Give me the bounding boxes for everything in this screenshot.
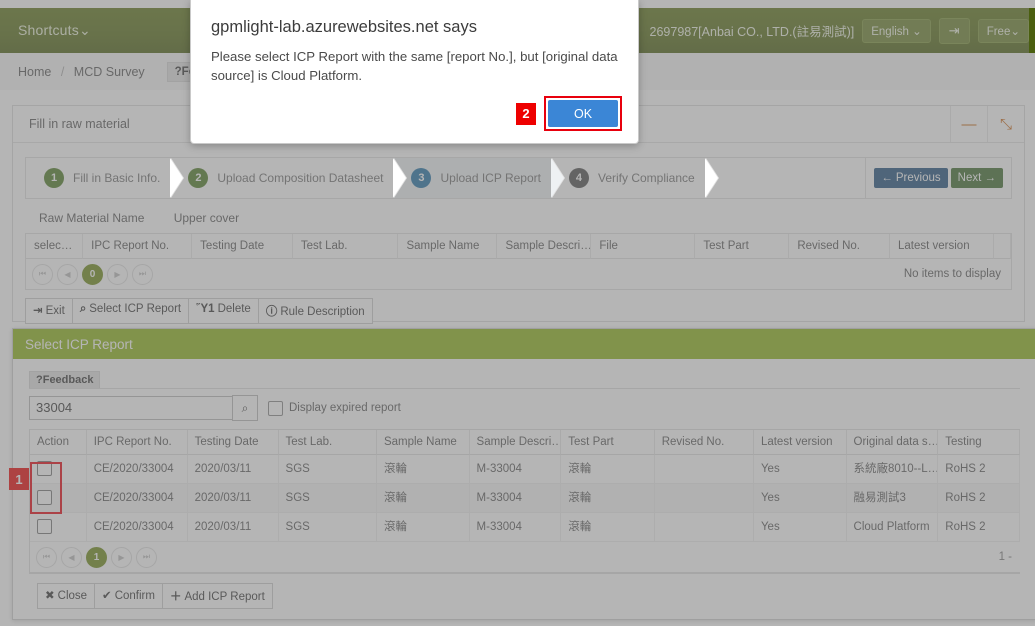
browser-alert-dialog: gpmlight-lab.azurewebsites.net says Plea… (190, 0, 639, 144)
dialog-title: gpmlight-lab.azurewebsites.net says (211, 18, 477, 36)
dialog-message: Please select ICP Report with the same [… (211, 49, 618, 83)
ok-button-highlight: OK (544, 96, 622, 131)
ok-button[interactable]: OK (548, 100, 618, 127)
annotation-number-2: 2 (516, 102, 536, 125)
dialog-button-row: 2 OK (516, 96, 622, 131)
topbar-right-edge (1029, 8, 1035, 53)
